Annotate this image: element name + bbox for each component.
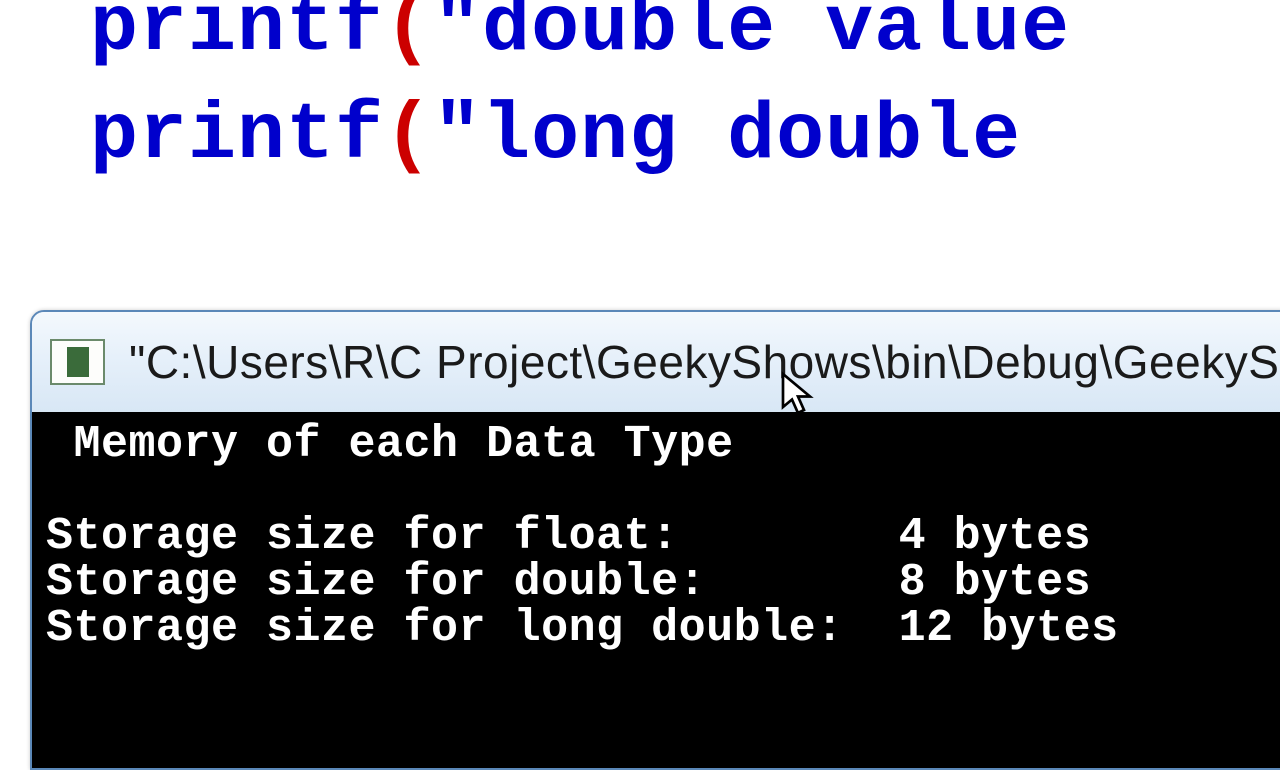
console-heading: Memory of each Data Type [46, 419, 734, 470]
open-paren: ( [384, 0, 433, 74]
window-title-text: "C:\Users\R\C Project\GeekyShows\bin\Deb… [129, 335, 1280, 389]
console-line: Storage size for long double: 12 bytes [46, 603, 1119, 654]
console-window[interactable]: "C:\Users\R\C Project\GeekyShows\bin\Deb… [30, 310, 1280, 770]
code-line-2: printf("long double [90, 83, 1280, 191]
console-line: Storage size for double: 8 bytes [46, 557, 1091, 608]
printf-keyword: printf [90, 0, 384, 74]
code-editor-snippet: printf("double value printf("long double [90, 0, 1280, 191]
console-line: Storage size for float: 4 bytes [46, 511, 1091, 562]
printf-keyword: printf [90, 91, 384, 182]
string-literal: "double value [433, 0, 1070, 74]
open-paren: ( [384, 91, 433, 182]
console-output[interactable]: Memory of each Data Type Storage size fo… [32, 412, 1280, 768]
string-literal: "long double [433, 91, 1021, 182]
window-titlebar[interactable]: "C:\Users\R\C Project\GeekyShows\bin\Deb… [32, 312, 1280, 412]
code-line-1: printf("double value [90, 0, 1280, 83]
app-icon [50, 339, 105, 385]
